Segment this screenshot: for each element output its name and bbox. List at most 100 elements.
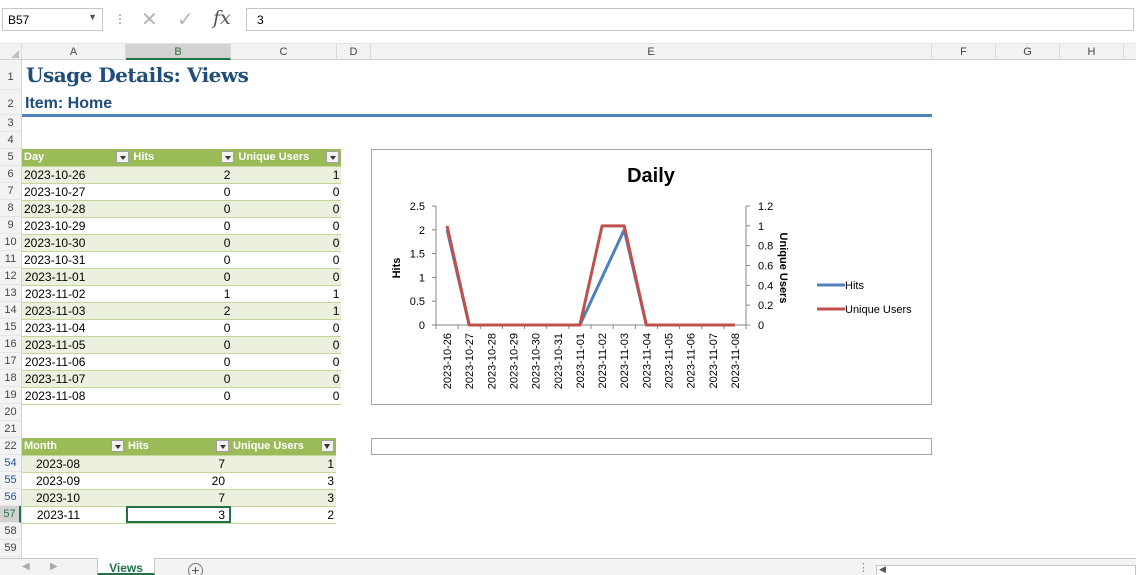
cell-hits[interactable]: 2 <box>131 302 237 320</box>
cell-unique-users[interactable]: 0 <box>236 268 342 286</box>
cell-unique-users[interactable]: 0 <box>236 251 342 269</box>
tab-views[interactable]: Views <box>97 558 155 575</box>
cell-day[interactable]: 2023-11-03 <box>22 302 132 320</box>
cell-hits[interactable]: 1 <box>131 285 237 303</box>
row-header-21[interactable]: 21 <box>0 421 21 438</box>
cell-day[interactable]: 2023-10-30 <box>22 234 132 252</box>
cell-hits[interactable]: 7 <box>126 489 231 507</box>
cell-unique-users[interactable]: 0 <box>236 336 342 354</box>
row-header-57[interactable]: 57 <box>0 506 21 523</box>
cell-month[interactable]: 2023-08 <box>22 455 126 473</box>
row-header-10[interactable]: 10 <box>0 234 21 251</box>
cell-hits[interactable]: 20 <box>126 472 231 490</box>
cell-day[interactable]: 2023-11-08 <box>22 387 132 405</box>
cell-unique-users[interactable]: 2 <box>231 506 336 524</box>
row-header-58[interactable]: 58 <box>0 523 21 540</box>
cell-hits[interactable]: 0 <box>131 353 237 371</box>
daily-chart[interactable]: Daily Hits Unique Users 0 0.5 1 1.5 2 2.5 0 0.2… <box>371 149 932 405</box>
cell-month[interactable]: 2023-11 <box>22 506 126 524</box>
row-header-55[interactable]: 55 <box>0 472 21 489</box>
row-header-59[interactable]: 59 <box>0 540 21 557</box>
column-header-e[interactable]: E <box>371 44 932 60</box>
column-header-a[interactable]: A <box>22 44 126 60</box>
cell-unique-users[interactable]: 1 <box>236 302 342 320</box>
column-header-h[interactable]: H <box>1060 44 1124 60</box>
cell-unique-users[interactable]: 0 <box>236 387 342 405</box>
filter-dropdown-icon[interactable] <box>111 440 124 452</box>
cell-hits[interactable]: 0 <box>131 319 237 337</box>
row-header-3[interactable]: 3 <box>0 115 21 132</box>
row-header-18[interactable]: 18 <box>0 370 21 387</box>
filter-active-icon[interactable] <box>321 440 334 452</box>
cell-day[interactable]: 2023-10-29 <box>22 217 132 235</box>
formula-input[interactable]: 3 <box>246 8 1134 31</box>
row-header-20[interactable]: 20 <box>0 404 21 421</box>
cell-day[interactable]: 2023-11-02 <box>22 285 132 303</box>
worksheet[interactable]: Usage Details: Views Item: Home Day Hits… <box>22 60 1136 558</box>
cell-day[interactable]: 2023-11-05 <box>22 336 132 354</box>
cancel-icon[interactable]: ✕ <box>141 7 158 32</box>
row-header-11[interactable]: 11 <box>0 251 21 268</box>
chevron-down-icon[interactable]: ▼ <box>88 12 97 22</box>
cell-hits[interactable]: 0 <box>131 251 237 269</box>
row-header-14[interactable]: 14 <box>0 302 21 319</box>
cell-unique-users[interactable]: 1 <box>236 166 342 184</box>
cell-hits-selected[interactable]: 3 <box>126 506 231 524</box>
cell-unique-users[interactable]: 0 <box>236 183 342 201</box>
row-header-7[interactable]: 7 <box>0 183 21 200</box>
cell-hits[interactable]: 0 <box>131 234 237 252</box>
row-header-15[interactable]: 15 <box>0 319 21 336</box>
row-header-17[interactable]: 17 <box>0 353 21 370</box>
column-header-d[interactable]: D <box>337 44 371 60</box>
column-header-c[interactable]: C <box>231 44 337 60</box>
row-header-56[interactable]: 56 <box>0 489 21 506</box>
cell-unique-users[interactable]: 3 <box>231 489 336 507</box>
row-header-8[interactable]: 8 <box>0 200 21 217</box>
name-box[interactable]: B57 ▼ <box>2 8 103 31</box>
filter-dropdown-icon[interactable] <box>116 151 130 163</box>
row-header-2[interactable]: 2 <box>0 90 21 115</box>
row-header-5[interactable]: 5 <box>0 149 21 166</box>
cell-day[interactable]: 2023-10-31 <box>22 251 132 269</box>
row-header-13[interactable]: 13 <box>0 285 21 302</box>
cell-hits[interactable]: 0 <box>131 370 237 388</box>
daily-table[interactable]: Day Hits Unique Users 2023-10-26 2 1 2023-… <box>22 149 342 405</box>
row-header-6[interactable]: 6 <box>0 166 21 183</box>
scroll-left-icon[interactable]: ◀ <box>879 564 886 575</box>
row-header-16[interactable]: 16 <box>0 336 21 353</box>
scroll-left-icon[interactable]: ◀ <box>22 561 30 572</box>
column-header-b[interactable]: B <box>126 44 231 60</box>
insert-function-icon[interactable]: fx <box>213 7 231 29</box>
cell-day[interactable]: 2023-11-06 <box>22 353 132 371</box>
cell-unique-users[interactable]: 0 <box>236 353 342 371</box>
monthly-table[interactable]: Month Hits Unique Users 2023-08 7 1 2023-0… <box>22 438 336 524</box>
horizontal-scrollbar[interactable]: ◀ <box>876 564 1136 575</box>
cell-unique-users[interactable]: 0 <box>236 370 342 388</box>
cell-day[interactable]: 2023-10-28 <box>22 200 132 218</box>
cell-unique-users[interactable]: 1 <box>231 455 336 473</box>
row-header-22[interactable]: 22 <box>0 438 21 455</box>
cell-hits[interactable]: 7 <box>126 455 231 473</box>
add-sheet-icon[interactable]: + <box>188 563 203 575</box>
cell-unique-users[interactable]: 0 <box>236 319 342 337</box>
cell-unique-users[interactable]: 0 <box>236 234 342 252</box>
row-header-4[interactable]: 4 <box>0 132 21 149</box>
cell-month[interactable]: 2023-10 <box>22 489 126 507</box>
cell-hits[interactable]: 0 <box>131 183 237 201</box>
row-header-19[interactable]: 19 <box>0 387 21 404</box>
cell-hits[interactable]: 0 <box>131 387 237 405</box>
row-header-9[interactable]: 9 <box>0 217 21 234</box>
cell-hits[interactable]: 0 <box>131 336 237 354</box>
row-header-12[interactable]: 12 <box>0 268 21 285</box>
cell-unique-users[interactable]: 0 <box>236 217 342 235</box>
cell-unique-users[interactable]: 3 <box>231 472 336 490</box>
row-header-1[interactable]: 1 <box>0 60 21 90</box>
monthly-chart[interactable] <box>371 438 932 455</box>
cell-day[interactable]: 2023-10-27 <box>22 183 132 201</box>
cell-hits[interactable]: 0 <box>131 217 237 235</box>
cell-day[interactable]: 2023-10-26 <box>22 166 132 184</box>
scroll-right-icon[interactable]: ▶ <box>50 561 58 572</box>
filter-dropdown-icon[interactable] <box>221 151 235 163</box>
cell-month[interactable]: 2023-09 <box>22 472 126 490</box>
filter-dropdown-icon[interactable] <box>216 440 229 452</box>
